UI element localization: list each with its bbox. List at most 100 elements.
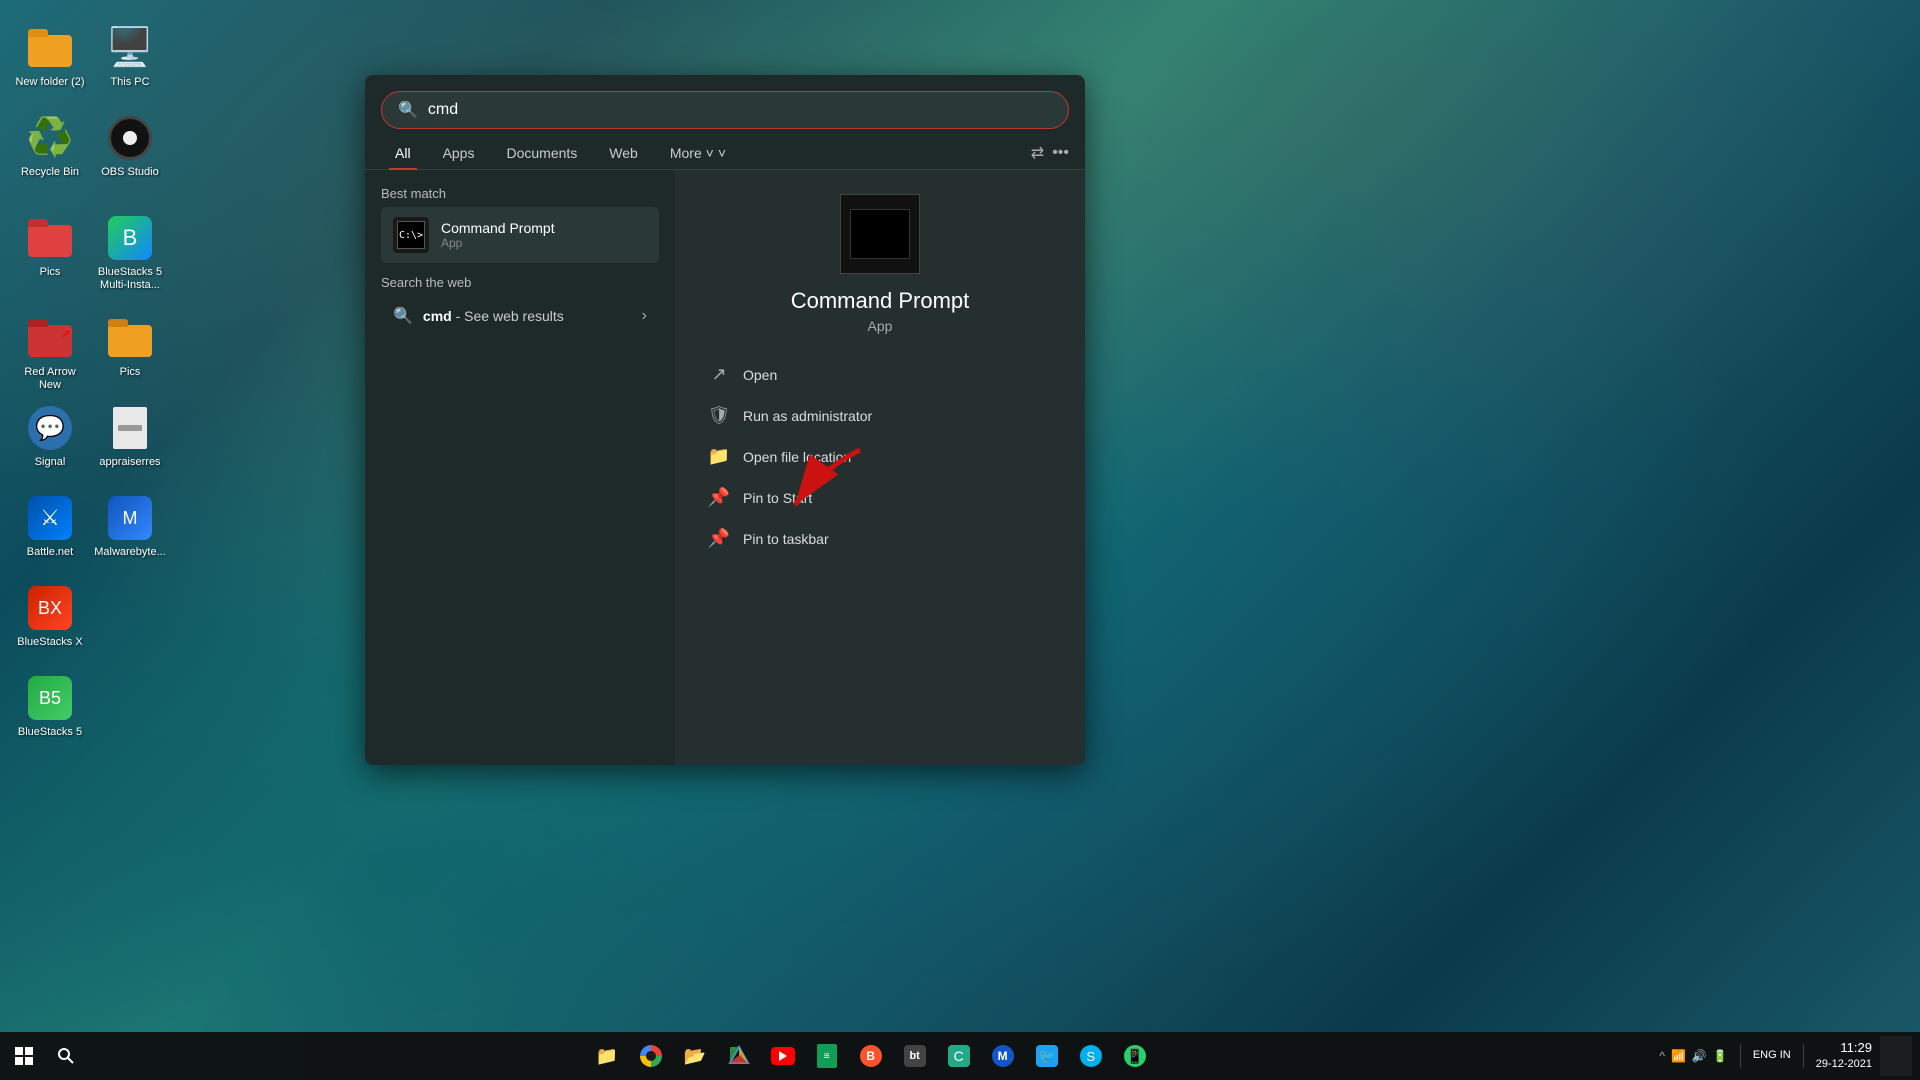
taskbar-right: ^ 📶 🔊 🔋 ENG IN 11:29 29-12-2021 [1651,1036,1920,1076]
chevron-down-icon: ˅ [718,145,726,161]
desktop-icon-recycle-bin[interactable]: ♻️ Recycle Bin [10,110,90,183]
recycle-icon: ♻️ [26,114,74,162]
taskbar-youtube[interactable] [763,1036,803,1076]
bluestacks-icon: B [106,214,154,262]
desktop-icon-red-arrow-new[interactable]: ↗ Red Arrow New [10,310,90,396]
taskbar-malwarebytes2[interactable]: M [983,1036,1023,1076]
tab-more[interactable]: More ˅ ˅ [656,137,740,169]
best-match-item[interactable]: C:\> Command Prompt App [381,207,659,263]
red-folder-icon: ↗ [26,314,74,362]
search-tabs: All Apps Documents Web More ˅ ˅ ⇄ ••• [365,129,1085,170]
action-pin-to-taskbar[interactable]: 📌 Pin to taskbar [691,518,1069,559]
shield-icon: 🛡 [707,405,731,426]
taskbar-folders[interactable]: 📂 [675,1036,715,1076]
malwarebytes-icon: M [106,494,154,542]
action-open[interactable]: ↗ Open [691,354,1069,395]
start-menu: 🔍 All Apps Documents Web More ˅ ˅ ⇄ ••• [365,75,1085,765]
desktop-icon-label: BlueStacks 5 [18,726,82,739]
system-tray: ^ 📶 🔊 🔋 [1659,1049,1728,1063]
best-match-label: Best match [381,186,659,201]
desktop-icon-label: Pics [120,366,141,379]
taskbar: 📁 📂 ≡ [0,1032,1920,1080]
web-search-icon: 🔍 [393,306,413,326]
search-content: Best match C:\> Command Prompt App Searc… [365,170,1085,765]
action-run-as-admin[interactable]: 🛡 Run as administrator [691,395,1069,436]
tab-apps[interactable]: Apps [429,137,489,169]
pin-taskbar-icon: 📌 [707,528,731,549]
taskbar-file-explorer[interactable]: 📁 [587,1036,627,1076]
taskbar-left [0,1036,90,1076]
desktop-icon-label: Red Arrow New [14,366,86,392]
chevron-up-icon[interactable]: ^ [1659,1049,1665,1063]
taskbar-chrome[interactable] [631,1036,671,1076]
app-type-large: App [868,318,893,334]
desktop-icon-signal[interactable]: 💬 Signal [10,400,90,473]
desktop-icon-label: appraiserres [99,456,160,469]
tab-all[interactable]: All [381,137,425,169]
desktop-icon-new-folder[interactable]: New folder (2) [10,20,90,93]
folder-icon [26,24,74,72]
desktop-icon-bluestacksx[interactable]: BX BlueStacks X [10,580,90,653]
pin-start-icon: 📌 [707,487,731,508]
desktop-icon-battlenet[interactable]: ⚔ Battle.net [10,490,90,563]
network-icon: 📶 [1671,1049,1686,1063]
appraiserres-icon [106,404,154,452]
time-display: 11:29 [1816,1040,1872,1057]
search-icon: 🔍 [398,100,418,120]
action-open-file-location[interactable]: 📁 Open file location [691,436,1069,477]
show-desktop-button[interactable] [1880,1036,1912,1076]
taskbar-brave[interactable]: B [851,1036,891,1076]
more-options-icon[interactable]: ••• [1052,144,1069,162]
desktop-icon-label: This PC [110,76,149,89]
desktop-icon-pics2[interactable]: Pics [90,310,170,383]
desktop-icon-label: BlueStacks 5 Multi-Insta... [94,266,166,292]
taskbar-twitter[interactable]: 🐦 [1027,1036,1067,1076]
desktop-icon-label: OBS Studio [101,166,158,179]
desktop-icon-appraiserres[interactable]: appraiserres [90,400,170,473]
web-search-arrow-icon: › [642,307,647,325]
cmd-result-icon: C:\> [393,217,429,253]
date-display: 29-12-2021 [1816,1057,1872,1071]
taskbar-whatsapp[interactable]: 📱 [1115,1036,1155,1076]
clock[interactable]: 11:29 29-12-2021 [1816,1040,1872,1071]
folder-open-icon: 📁 [707,446,731,467]
desktop-icon-pics[interactable]: Pics [10,210,90,283]
obs-icon [106,114,154,162]
left-panel: Best match C:\> Command Prompt App Searc… [365,170,675,765]
search-input[interactable] [428,101,1052,119]
monitor-icon: 🖥️ [106,24,154,72]
desktop: New folder (2) 🖥️ This PC ♻️ Recycle Bin… [0,0,1920,1080]
desktop-icon-this-pc[interactable]: 🖥️ This PC [90,20,170,93]
taskbar-center: 📁 📂 ≡ [90,1036,1651,1076]
search-input-box[interactable]: 🔍 [381,91,1069,129]
taskbar-skype[interactable]: S [1071,1036,1111,1076]
action-pin-to-start[interactable]: 📌 Pin to Start [691,477,1069,518]
web-search-text: cmd - See web results [423,308,564,324]
app-icon-inner [850,209,910,259]
tab-documents[interactable]: Documents [492,137,591,169]
desktop-icon-label: Battle.net [27,546,73,559]
taskbar-gdrive[interactable] [719,1036,759,1076]
app-icon-large [840,194,920,274]
web-search-label: Search the web [381,275,659,290]
desktop-icon-obs[interactable]: OBS Studio [90,110,170,183]
taskbar-bit[interactable]: bt [895,1036,935,1076]
desktop-icon-bluestacks5[interactable]: B BlueStacks 5 Multi-Insta... [90,210,170,296]
right-panel: Command Prompt App ↗ Open 🛡 Run as admin… [675,170,1085,765]
bluestacksx-icon: BX [26,584,74,632]
taskbar-sheets[interactable]: ≡ [807,1036,847,1076]
actions-list: ↗ Open 🛡 Run as administrator 📁 Open fil… [691,354,1069,559]
desktop-icon-label: Recycle Bin [21,166,79,179]
tab-web[interactable]: Web [595,137,652,169]
taskbar-search-button[interactable] [46,1036,86,1076]
gdrive-icon [728,1045,750,1067]
taskbar-cmder[interactable]: C [939,1036,979,1076]
desktop-icon-label: New folder (2) [15,76,84,89]
desktop-icon-bluestacks5b[interactable]: B5 BlueStacks 5 [10,670,90,743]
desktop-icon-malwarebytes[interactable]: M Malwarebyte... [90,490,170,563]
start-button[interactable] [4,1036,44,1076]
share-icon[interactable]: ⇄ [1031,143,1044,163]
web-search-item[interactable]: 🔍 cmd - See web results › [381,296,659,336]
windows-icon [15,1047,33,1065]
desktop-icon-label: Pics [40,266,61,279]
